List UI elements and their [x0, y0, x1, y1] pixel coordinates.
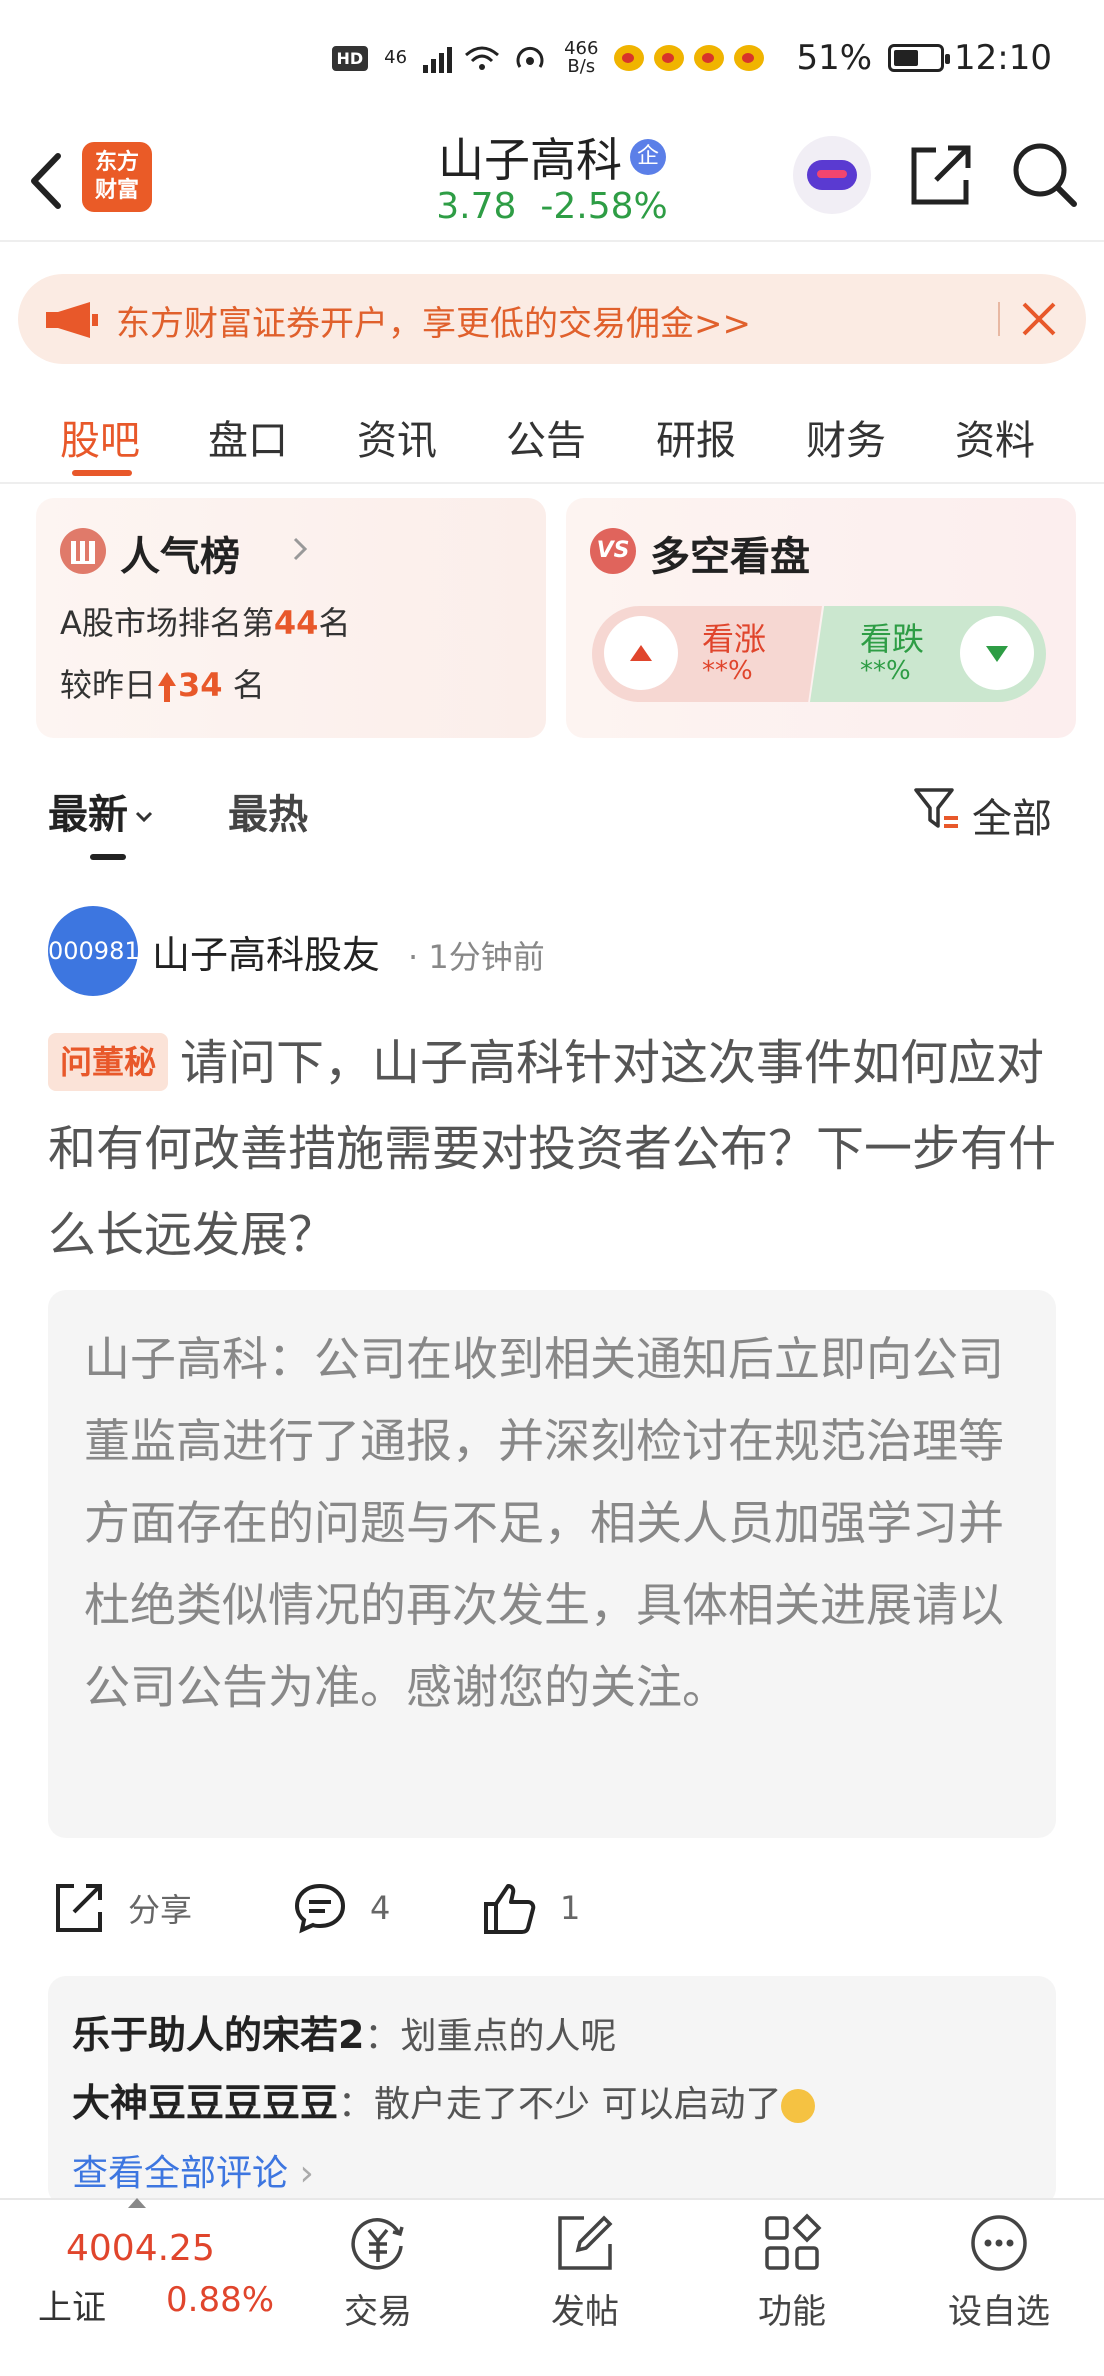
triangle-up-icon — [630, 645, 652, 661]
signal-icon — [423, 43, 453, 73]
comment-user[interactable]: 乐于助人的宋若2 — [72, 2013, 364, 2057]
compose-icon — [558, 2215, 613, 2270]
like-count: 1 — [560, 1889, 581, 1927]
list-item[interactable]: 乐于助人的宋若2：划重点的人呢 — [72, 2004, 616, 2059]
bottom-nav: 4004.25 上证 0.88% 交易 发帖 功能 设自选 — [0, 2198, 1104, 2376]
promo-banner[interactable]: 东方财富证券开户，享更低的交易佣金>> — [18, 274, 1086, 364]
vote-bull-button[interactable]: 看涨 **% — [592, 606, 822, 702]
bull-percent: **% — [702, 656, 753, 686]
weibo-icon — [654, 45, 685, 71]
comment-icon — [294, 1883, 346, 1934]
verified-badge-icon: 企 — [630, 139, 666, 175]
filter-label[interactable]: 全部 — [972, 786, 1052, 844]
expand-up-icon[interactable] — [128, 2198, 146, 2208]
sort-hot[interactable]: 最热 — [228, 782, 308, 840]
hd-badge: HD — [331, 45, 369, 71]
stock-name: 山子高科 — [438, 133, 622, 187]
weibo-icon — [614, 45, 645, 71]
bear-percent: **% — [860, 656, 911, 686]
vote-bear-button[interactable]: 看跌 **% — [810, 606, 1046, 702]
trade-icon — [351, 2218, 404, 2270]
nav-functions[interactable]: 功能 — [732, 2212, 852, 2333]
stock-price: 3.78 — [436, 186, 517, 227]
wifi-icon — [465, 46, 500, 70]
chevron-down-icon — [135, 811, 153, 823]
post-author[interactable]: 山子高科股友 — [152, 924, 380, 979]
sentiment-title: 多空看盘 — [650, 534, 810, 580]
share-icon[interactable] — [906, 140, 976, 210]
index-change[interactable]: 0.88% — [166, 2280, 274, 2320]
share-icon — [56, 1884, 102, 1932]
search-icon[interactable] — [1008, 138, 1080, 210]
grid-icon — [765, 2213, 822, 2270]
share-label: 分享 — [128, 1891, 193, 1929]
nav-watchlist[interactable]: 设自选 — [939, 2212, 1059, 2333]
vote-bar: 看涨 **% 看跌 **% — [592, 606, 1046, 702]
like-button[interactable]: 1 — [482, 1878, 580, 1938]
tab-pankou[interactable]: 盘口 — [208, 408, 288, 466]
tab-research[interactable]: 研报 — [656, 408, 736, 466]
question-text: 请问下，山子高科针对这次事件如何应对和有何改善措施需要对投资者公布？下一步有什么… — [48, 1035, 1057, 1263]
post-answer[interactable]: 山子高科：公司在收到相关通知后立即向公司董监高进行了通报，并深刻检讨在规范治理等… — [48, 1290, 1056, 1838]
grin-emoji-icon — [781, 2088, 816, 2123]
network-type: 46 — [384, 47, 408, 68]
clock: 12:10 — [954, 38, 1052, 78]
filter-icon[interactable] — [912, 784, 962, 834]
tab-guba[interactable]: 股吧 — [60, 408, 140, 466]
hotspot-icon — [516, 46, 544, 68]
post-time: · 1分钟前 — [408, 938, 545, 976]
comment-count: 4 — [370, 1889, 391, 1927]
comment-button[interactable]: 4 — [292, 1878, 390, 1938]
sort-latest[interactable]: 最新 — [48, 782, 154, 840]
stock-header: 东方 财富 山子高科企 3.78 -2.58% — [0, 120, 1104, 242]
view-all-comments-link[interactable]: 查看全部评论 › — [72, 2144, 314, 2196]
close-icon[interactable] — [1018, 298, 1060, 340]
stock-tabs: 股吧 盘口 资讯 公告 研报 财务 资料 — [0, 384, 1104, 484]
comment-user[interactable]: 大神豆豆豆豆豆 — [72, 2081, 338, 2125]
ask-secretary-badge: 问董秘 — [48, 1033, 169, 1091]
tab-finance[interactable]: 财务 — [806, 408, 886, 466]
weibo-icon — [734, 45, 765, 71]
sentiment-card: VS 多空看盘 看涨 **% 看跌 **% — [566, 498, 1076, 738]
index-name[interactable]: 上证 — [38, 2280, 106, 2329]
tab-indicator — [72, 470, 132, 476]
rank-change: 较昨日 34 名 — [60, 666, 265, 704]
stock-change: -2.58% — [540, 186, 668, 227]
bull-label: 看涨 — [702, 620, 767, 658]
sort-indicator — [90, 854, 126, 860]
nav-trade[interactable]: 交易 — [318, 2212, 438, 2333]
popularity-title: 人气榜 — [120, 534, 240, 580]
promo-text: 东方财富证券开户，享更低的交易佣金>> — [116, 304, 751, 344]
tab-profile[interactable]: 资料 — [955, 408, 1035, 466]
thumbs-up-icon — [484, 1884, 536, 1934]
bar-chart-icon — [60, 528, 106, 574]
post-question[interactable]: 问董秘 请问下，山子高科针对这次事件如何应对和有何改善措施需要对投资者公布？下一步… — [48, 1020, 1058, 1278]
triangle-down-icon — [986, 646, 1008, 662]
more-icon — [971, 2215, 1027, 2271]
comment-preview[interactable]: 乐于助人的宋若2：划重点的人呢 大神豆豆豆豆豆：散户走了不少 可以启动了 查看全… — [48, 1976, 1056, 2206]
share-button[interactable]: 分享 — [50, 1878, 192, 1938]
index-value[interactable]: 4004.25 — [66, 2228, 215, 2269]
weibo-icon — [694, 45, 725, 71]
divider — [998, 302, 1000, 336]
battery-icon — [888, 44, 951, 72]
vs-icon: VS — [590, 528, 636, 574]
bear-label: 看跌 — [860, 620, 925, 658]
comment-text: ：散户走了不少 可以启动了 — [338, 2084, 782, 2125]
megaphone-icon — [46, 302, 98, 338]
tab-news[interactable]: 资讯 — [357, 408, 437, 466]
market-rank: A股市场排名第44名 — [60, 604, 351, 642]
arrow-up-icon — [158, 672, 177, 702]
popularity-card[interactable]: 人气榜 A股市场排名第44名 较昨日 34 名 — [36, 498, 546, 738]
nav-post[interactable]: 发帖 — [525, 2212, 645, 2333]
tab-announcements[interactable]: 公告 — [506, 408, 586, 466]
net-speed: 466 B/s — [564, 38, 599, 77]
battery-percent: 51% — [796, 38, 873, 78]
chevron-right-icon — [293, 537, 308, 561]
status-bar: HD 46 466 B/s 51% 12:10 — [0, 0, 1104, 132]
assistant-robot-icon[interactable] — [793, 136, 871, 214]
avatar[interactable]: 000981 — [48, 906, 140, 996]
comment-text: ：划重点的人呢 — [364, 2016, 617, 2057]
list-item[interactable]: 大神豆豆豆豆豆：散户走了不少 可以启动了 — [72, 2072, 816, 2127]
